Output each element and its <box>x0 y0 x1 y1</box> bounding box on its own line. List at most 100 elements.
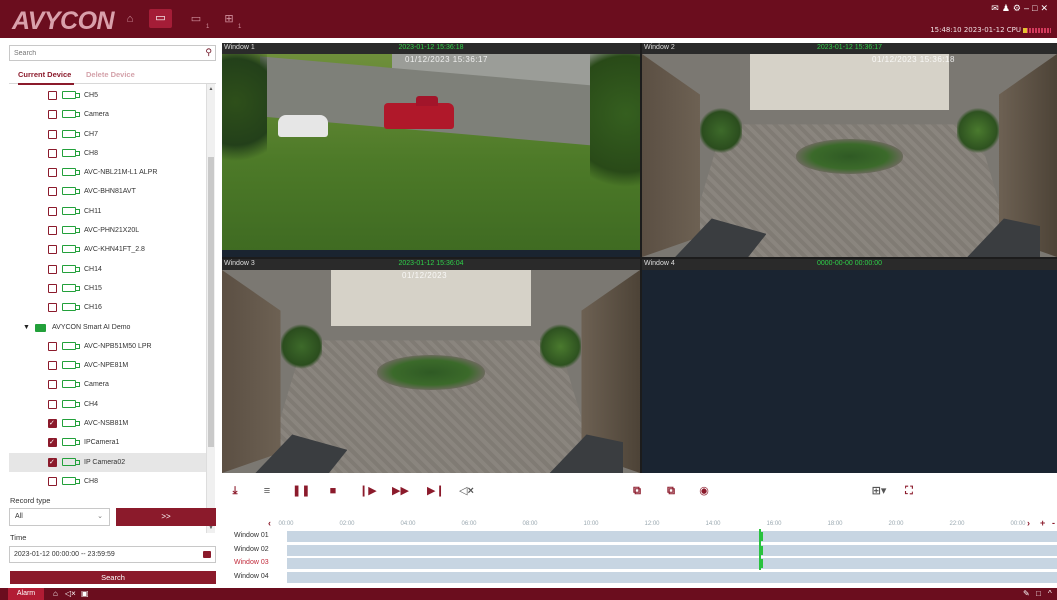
live-view-tab-icon[interactable]: ▭ <box>189 13 203 25</box>
channel-checkbox[interactable] <box>48 110 57 120</box>
tree-channel-row[interactable]: IPCamera1 <box>9 433 207 453</box>
time-range-field[interactable]: 2023-01-12 00:00:00 -- 23:59:59 <box>9 546 216 563</box>
playback-tab-icon[interactable]: ▭ <box>149 9 172 28</box>
tree-channel-row[interactable]: AVC-PHN21X20L <box>9 221 207 240</box>
settings-icon[interactable]: ⚙ <box>1013 3 1024 13</box>
device-tree-scrollbar[interactable]: ▲ ▼ <box>206 84 215 533</box>
tree-channel-row[interactable]: CH11 <box>9 202 207 221</box>
timeline-row[interactable]: Window 01 <box>222 530 1057 543</box>
timeline-track[interactable] <box>287 531 1057 542</box>
tree-channel-row[interactable]: AVC-NSB81M <box>9 414 207 433</box>
video-window-2[interactable]: Window 2 2023-01-12 15:36:17 01/12/2023 … <box>642 43 1057 257</box>
home-icon[interactable]: ⌂ <box>123 13 137 25</box>
tree-channel-row[interactable]: CH15 <box>9 279 207 298</box>
channel-checkbox[interactable] <box>48 129 57 139</box>
channel-checkbox[interactable] <box>48 476 57 486</box>
channel-checkbox[interactable] <box>48 245 57 255</box>
mute-icon[interactable]: ◁× <box>65 589 76 598</box>
minimize-icon[interactable]: – <box>1024 3 1032 13</box>
record-type-select[interactable]: All ⌄ <box>9 508 110 526</box>
tree-group-row[interactable]: ▼ AVYCON Smart AI Demo <box>9 318 207 337</box>
tree-channel-row[interactable]: IP Camera02 <box>9 452 207 472</box>
channel-checkbox[interactable] <box>48 433 57 453</box>
lock-icon[interactable]: ⌂ <box>53 589 58 598</box>
tree-channel-row[interactable]: AVC-NBL21M-L1 ALPR <box>9 163 207 182</box>
timeline-track[interactable] <box>287 558 1057 569</box>
video-window-4[interactable]: Window 4 0000-00-00 00:00:00 <box>642 259 1057 473</box>
tree-channel-row[interactable]: AVC-NPE81M <box>9 356 207 375</box>
timeline-track[interactable] <box>287 571 1057 583</box>
step-forward-icon[interactable]: ❙▶ <box>359 484 377 498</box>
tree-channel-row[interactable]: CH7 <box>9 125 207 144</box>
caret-down-icon[interactable]: ▼ <box>23 318 30 337</box>
close-icon[interactable]: ✕ <box>1040 3 1051 13</box>
tree-channel-row[interactable]: Camera <box>9 375 207 394</box>
tree-channel-row[interactable]: CH4 <box>9 395 207 414</box>
channel-checkbox[interactable] <box>48 148 57 158</box>
tree-channel-row[interactable]: CH8 <box>9 144 207 163</box>
video-window-1[interactable]: Window 1 2023-01-12 15:36:18 01/12/2023 … <box>222 43 640 257</box>
channel-checkbox[interactable] <box>48 303 57 313</box>
zoom-out-icon[interactable]: - <box>1052 518 1055 528</box>
channel-checkbox[interactable] <box>48 283 57 293</box>
timeline-prev-icon[interactable]: ‹ <box>268 518 271 528</box>
timeline-row[interactable]: Window 03 <box>222 557 1057 570</box>
tab-delete-device[interactable]: Delete Device <box>86 70 135 79</box>
pin-icon[interactable]: ✎ <box>1023 589 1030 598</box>
alarm-button[interactable]: Alarm <box>8 588 44 600</box>
tab-current-device[interactable]: Current Device <box>18 70 75 85</box>
tree-channel-row[interactable]: CH16 <box>9 298 207 317</box>
timeline-row[interactable]: Window 02 <box>222 544 1057 557</box>
tree-channel-row[interactable]: CH14 <box>9 260 207 279</box>
tree-channel-row[interactable]: AVC-KHN41FT_2.8 <box>9 240 207 259</box>
device-search-input[interactable] <box>10 46 190 60</box>
search-button[interactable]: Search <box>10 571 216 584</box>
expand-icon[interactable]: ^ <box>1048 589 1052 598</box>
stop-icon[interactable]: ■ <box>326 484 340 498</box>
channel-checkbox[interactable] <box>48 453 57 472</box>
video-window-3[interactable]: Window 3 2023-01-12 15:36:04 01/12/2023 <box>222 259 640 473</box>
next-frame-icon[interactable]: ▶❙ <box>427 484 445 498</box>
layout-tab-icon[interactable]: ⊞ <box>222 13 236 25</box>
fullscreen-icon[interactable]: ⛶ <box>902 484 916 498</box>
timeline-cursor[interactable] <box>759 529 761 570</box>
clip-icon[interactable]: ⧉ <box>664 484 678 498</box>
tree-channel-row[interactable]: CH5 <box>9 86 207 105</box>
record-icon[interactable]: ◉ <box>697 484 711 498</box>
channel-checkbox[interactable] <box>48 264 57 274</box>
layout-grid-icon[interactable]: ⊞▾ <box>869 484 889 498</box>
channel-checkbox[interactable] <box>48 206 57 216</box>
device-search[interactable]: ⚲ <box>9 45 216 61</box>
mail-icon[interactable]: ✉ <box>991 3 1002 13</box>
channel-checkbox[interactable] <box>48 168 57 178</box>
pause-icon[interactable]: ❚❚ <box>292 484 310 498</box>
channel-checkbox[interactable] <box>48 361 57 371</box>
channel-checkbox[interactable] <box>48 399 57 409</box>
tree-channel-row[interactable]: Camera <box>9 105 207 124</box>
channel-checkbox[interactable] <box>48 380 57 390</box>
scroll-up-icon[interactable]: ▲ <box>208 85 214 93</box>
channel-checkbox[interactable] <box>48 226 57 236</box>
zoom-in-icon[interactable]: + <box>1040 518 1045 528</box>
calendar-icon[interactable] <box>203 551 211 558</box>
window-icon[interactable]: □ <box>1036 589 1041 598</box>
channel-checkbox[interactable] <box>48 341 57 351</box>
tree-channel-row[interactable]: CH8 <box>9 472 207 488</box>
timeline[interactable]: ‹ 00:00 02:00 04:00 06:00 08:00 10:00 12:00 14:… <box>222 515 1057 588</box>
playlist-icon[interactable]: ≡ <box>260 484 274 498</box>
record-type-go-button[interactable]: >> <box>116 508 216 526</box>
screen-icon[interactable]: ▣ <box>81 589 89 598</box>
user-icon[interactable]: ♟ <box>1002 3 1013 13</box>
channel-checkbox[interactable] <box>48 414 57 433</box>
channel-checkbox[interactable] <box>48 91 57 100</box>
fast-forward-icon[interactable]: ▶▶ <box>392 484 409 498</box>
mute-icon[interactable]: ◁× <box>459 484 474 498</box>
download-icon[interactable]: ⤓ <box>228 484 242 498</box>
timeline-track[interactable] <box>287 544 1057 556</box>
tree-channel-row[interactable]: AVC-NPB51M50 LPR <box>9 337 207 356</box>
scroll-thumb[interactable] <box>208 157 214 447</box>
timeline-next-icon[interactable]: › <box>1027 518 1030 528</box>
timeline-row[interactable]: Window 04 <box>222 571 1057 584</box>
snapshot-icon[interactable]: ⧉ <box>630 484 644 498</box>
channel-checkbox[interactable] <box>48 187 57 197</box>
